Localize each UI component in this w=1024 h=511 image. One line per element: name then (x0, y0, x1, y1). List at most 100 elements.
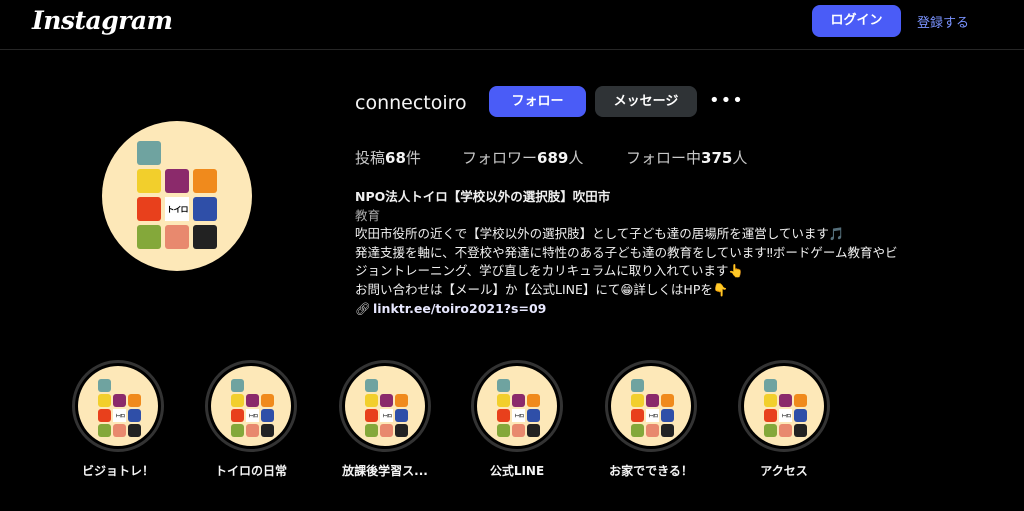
highlight-ring: トイロ (471, 360, 563, 452)
tile-red (764, 409, 777, 422)
posts-unit: 件 (405, 149, 421, 167)
tile-yellow (231, 394, 244, 407)
toiro-logo-grid: トイロ (764, 379, 807, 437)
tile-red (497, 409, 510, 422)
tile-orange (794, 394, 807, 407)
tile-purple (380, 394, 393, 407)
logo-text: トイロ (246, 409, 259, 422)
grid-spacer (527, 379, 540, 392)
grid-spacer (395, 379, 408, 392)
highlight-cover: トイロ (611, 366, 691, 446)
highlight-ring: トイロ (605, 360, 697, 452)
tile-salmon (165, 225, 189, 249)
tile-salmon (380, 424, 393, 437)
tile-blue (128, 409, 141, 422)
tile-blue (193, 197, 217, 221)
highlight-ring: トイロ (205, 360, 297, 452)
tile-orange (661, 394, 674, 407)
highlight-label: お家でできる！ (609, 464, 693, 478)
tile-black (193, 225, 217, 249)
logo-text: トイロ (646, 409, 659, 422)
tile-red (137, 197, 161, 221)
followers-label: フォロワー (462, 149, 538, 167)
tile-orange (395, 394, 408, 407)
followers-unit: 人 (568, 149, 584, 167)
tile-purple (165, 169, 189, 193)
highlight-label: ビジョトレ！ (81, 464, 154, 478)
highlight-cover: トイロ (78, 366, 158, 446)
tile-green (631, 424, 644, 437)
highlight-ring: トイロ (738, 360, 830, 452)
follow-button[interactable]: フォロー (489, 86, 586, 117)
grid-spacer (246, 379, 259, 392)
highlight-item[interactable]: トイロ 放課後学習ス... (330, 360, 440, 479)
grid-spacer (794, 379, 807, 392)
tile-green (137, 225, 161, 249)
bio-name: NPO法人トイロ【学校以外の選択肢】吹田市 (355, 189, 611, 204)
highlight-item[interactable]: トイロ アクセス (729, 360, 839, 479)
followers-count[interactable]: フォロワー689人 (462, 147, 583, 168)
tile-red (631, 409, 644, 422)
toiro-logo-grid: トイロ (497, 379, 540, 437)
tile-purple (246, 394, 259, 407)
message-button[interactable]: メッセージ (595, 86, 697, 117)
tile-yellow (631, 394, 644, 407)
highlight-item[interactable]: トイロお家でできる！ (596, 360, 706, 479)
highlight-item[interactable]: トイロ トイロの日常 (196, 360, 306, 479)
tile-blue (794, 409, 807, 422)
tile-green (497, 424, 510, 437)
toiro-logo-grid: トイロ (631, 379, 674, 437)
tile-teal (137, 141, 161, 165)
tile-salmon (113, 424, 126, 437)
highlight-item[interactable]: トイロビジョトレ！ (63, 360, 173, 479)
tile-orange (128, 394, 141, 407)
logo-text: トイロ (113, 409, 126, 422)
more-options-icon[interactable]: ••• (709, 91, 743, 111)
tile-black (261, 424, 274, 437)
link-icon: 🔗︎ (355, 300, 371, 316)
tile-purple (646, 394, 659, 407)
grid-spacer (128, 379, 141, 392)
tile-green (231, 424, 244, 437)
logo-text: トイロ (380, 409, 393, 422)
instagram-logo[interactable]: Instagram (32, 6, 173, 35)
following-unit: 人 (732, 149, 748, 167)
grid-spacer (193, 141, 217, 165)
bio-line-2: 発達支援を軸に、不登校や発達に特性のある子ども達の教育をしています‼ボードゲーム… (355, 244, 898, 260)
tile-yellow (98, 394, 111, 407)
tile-teal (98, 379, 111, 392)
tile-red (98, 409, 111, 422)
toiro-logo-grid: トイロ (98, 379, 141, 437)
highlight-cover: トイロ (477, 366, 557, 446)
profile-username: connectoiro (355, 92, 467, 114)
bio-line-4: お問い合わせは【メール】か【公式LINE】にて😁詳しくはHPを👇 (355, 281, 729, 297)
bio-link[interactable]: linktr.ee/toiro2021?s=09 (373, 301, 546, 316)
toiro-logo-grid: トイロ (231, 379, 274, 437)
tile-black (794, 424, 807, 437)
tile-purple (512, 394, 525, 407)
tile-salmon (246, 424, 259, 437)
tile-orange (527, 394, 540, 407)
tile-purple (113, 394, 126, 407)
followers-value: 689 (537, 149, 569, 167)
signup-link[interactable]: 登録する (917, 12, 969, 31)
bio-link-row[interactable]: 🔗︎ linktr.ee/toiro2021?s=09 (355, 300, 995, 319)
tile-teal (497, 379, 510, 392)
grid-spacer (512, 379, 525, 392)
highlight-item[interactable]: トイロ 公式LINE (462, 360, 572, 479)
profile-avatar[interactable]: トイロ (102, 121, 252, 271)
following-count[interactable]: フォロー中375人 (626, 147, 747, 168)
tile-orange (193, 169, 217, 193)
following-value: 375 (701, 149, 733, 167)
tile-black (128, 424, 141, 437)
login-button[interactable]: ログイン (812, 5, 901, 37)
logo-text: トイロ (779, 409, 792, 422)
highlight-cover: トイロ (345, 366, 425, 446)
tile-purple (779, 394, 792, 407)
tile-blue (395, 409, 408, 422)
tile-teal (231, 379, 244, 392)
tile-yellow (137, 169, 161, 193)
following-label: フォロー中 (626, 149, 702, 167)
tile-yellow (764, 394, 777, 407)
grid-spacer (380, 379, 393, 392)
